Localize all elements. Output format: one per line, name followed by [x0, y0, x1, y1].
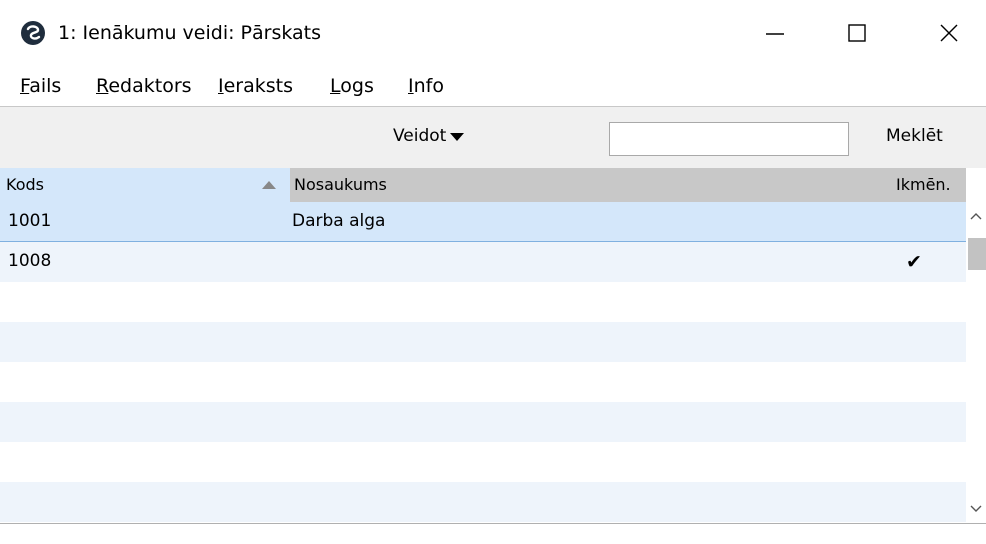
menu-info[interactable]: Info	[408, 75, 444, 97]
chevron-up-icon	[970, 213, 982, 220]
close-icon	[940, 24, 958, 42]
minimize-icon	[766, 33, 784, 35]
app-logo-icon	[21, 21, 45, 45]
scroll-down-button[interactable]	[966, 499, 986, 519]
sort-ascending-icon	[262, 181, 276, 189]
cell-code: 1001	[8, 211, 52, 231]
empty-row	[0, 322, 966, 362]
table-row[interactable]: 1008 ✔	[0, 242, 966, 282]
create-button-label: Veidot	[393, 126, 447, 146]
column-header-name-label: Nosaukums	[294, 175, 387, 194]
records-table: Kods Nosaukums Ikmēn. 1001 Darba alga 10…	[0, 168, 986, 523]
create-button[interactable]: Veidot	[393, 126, 465, 146]
cell-name: Darba alga	[292, 211, 386, 231]
scroll-thumb[interactable]	[968, 238, 986, 270]
maximize-icon	[848, 24, 866, 42]
column-header-monthly-label[interactable]: Ikmēn.	[896, 175, 951, 194]
window-title: 1: Ienākumu veidi: Pārskats	[58, 22, 322, 44]
scroll-up-button[interactable]	[966, 206, 986, 226]
table-header: Kods Nosaukums Ikmēn.	[0, 168, 966, 202]
status-bar	[0, 523, 986, 544]
empty-row	[0, 282, 966, 322]
menu-fails[interactable]: Fails	[20, 75, 61, 97]
maximize-button[interactable]	[834, 10, 880, 56]
empty-row	[0, 482, 966, 522]
table-row[interactable]: 1001 Darba alga	[0, 202, 966, 242]
toolbar: Veidot Meklēt	[0, 106, 986, 168]
caret-down-icon	[450, 133, 465, 141]
column-header-name[interactable]: Nosaukums Ikmēn.	[290, 168, 966, 202]
column-header-code-label: Kods	[6, 175, 44, 194]
menu-redaktors[interactable]: Redaktors	[96, 75, 192, 97]
table-body: 1001 Darba alga 1008 ✔	[0, 202, 966, 522]
chevron-down-icon	[970, 505, 982, 512]
empty-row	[0, 402, 966, 442]
checkmark-icon: ✔	[906, 251, 922, 273]
menu-ieraksts[interactable]: Ieraksts	[218, 75, 293, 97]
menu-logs[interactable]: Logs	[330, 75, 374, 97]
menu-bar: Fails Redaktors Ieraksts Logs Info	[0, 70, 986, 106]
empty-row	[0, 442, 966, 482]
search-input[interactable]	[609, 122, 849, 156]
column-header-code[interactable]: Kods	[0, 168, 290, 202]
empty-row	[0, 362, 966, 402]
vertical-scrollbar[interactable]	[966, 202, 986, 523]
minimize-button[interactable]	[752, 10, 798, 56]
cell-code: 1008	[8, 251, 52, 271]
title-bar: 1: Ienākumu veidi: Pārskats	[0, 0, 986, 70]
search-button[interactable]: Meklēt	[886, 126, 943, 146]
close-button[interactable]	[926, 10, 972, 56]
